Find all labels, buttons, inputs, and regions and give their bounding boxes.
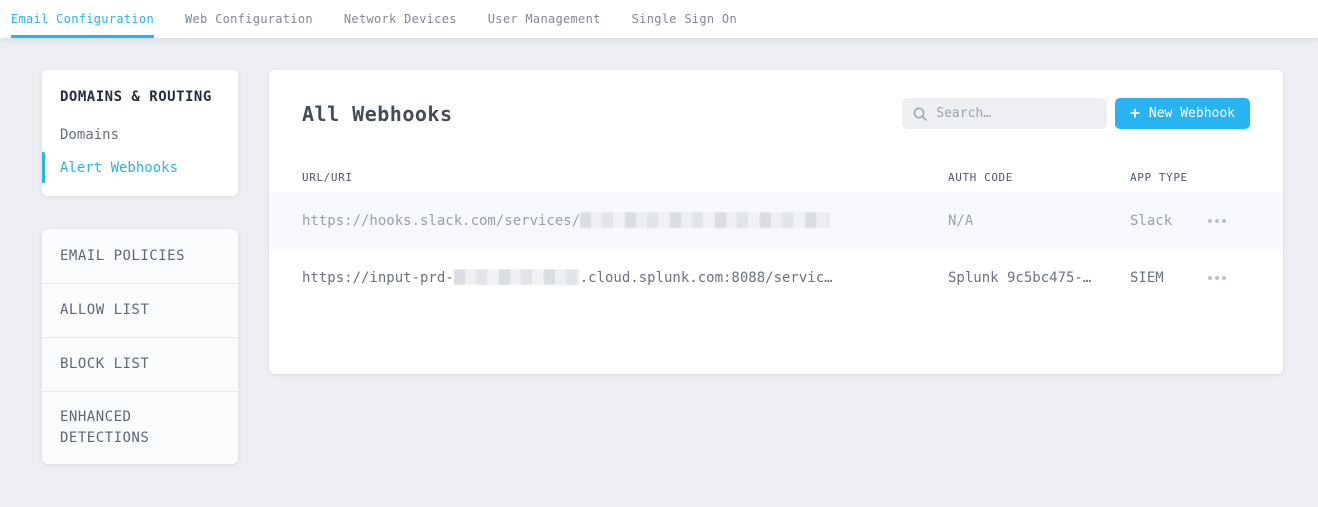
plus-icon: + — [1130, 103, 1140, 122]
active-item-indicator — [42, 152, 45, 183]
table-row: https://input-prd- .cloud.splunk.com:8088… — [269, 249, 1283, 306]
tab-user-management[interactable]: User Management — [488, 0, 601, 38]
search-box — [902, 98, 1108, 129]
webhook-app-type: Slack — [1130, 212, 1173, 229]
page-title: All Webhooks — [302, 101, 453, 126]
page-body: DOMAINS & ROUTING Domains Alert Webhooks… — [0, 38, 1318, 464]
settings-sidebar: DOMAINS & ROUTING Domains Alert Webhooks… — [42, 70, 238, 464]
redacted-url-segment — [453, 269, 580, 285]
sidebar-sections-card: EMAIL POLICIES ALLOW LIST BLOCK LIST ENH… — [42, 229, 238, 464]
webhook-app-type-cell: SIEM — [1130, 270, 1283, 286]
sidebar-item-alert-webhooks[interactable]: Alert Webhooks — [42, 151, 238, 184]
sidebar-item-enhanced-detections[interactable]: ENHANCED DETECTIONS — [42, 391, 238, 464]
tab-single-sign-on[interactable]: Single Sign On — [632, 0, 737, 38]
top-navigation: Email Configuration Web Configuration Ne… — [0, 0, 1318, 38]
webhook-auth-code: Splunk 9c5bc475-… — [948, 269, 1092, 286]
tab-network-devices[interactable]: Network Devices — [344, 0, 457, 38]
webhook-url: https://input-prd- .cloud.splunk.com:8088… — [302, 269, 833, 286]
webhook-app-type: SIEM — [1130, 269, 1164, 286]
row-actions-ellipsis-icon[interactable] — [1206, 270, 1228, 286]
row-actions-ellipsis-icon[interactable] — [1206, 213, 1228, 229]
tab-web-configuration[interactable]: Web Configuration — [185, 0, 313, 38]
table-row: https://hooks.slack.com/services/ N/A Sl… — [269, 192, 1283, 249]
column-header-url: URL/URI — [302, 170, 353, 184]
sidebar-item-label: Alert Webhooks — [60, 159, 179, 176]
webhook-app-type-cell: Slack — [1130, 213, 1283, 229]
new-webhook-button[interactable]: + New Webhook — [1115, 98, 1250, 129]
redacted-url-segment — [580, 212, 830, 228]
sidebar-item-block-list[interactable]: BLOCK LIST — [42, 337, 238, 391]
table-header-row: URL/URI AUTH CODE APP TYPE — [269, 162, 1283, 192]
column-header-app-type: APP TYPE — [1130, 170, 1188, 184]
sidebar-section-title: DOMAINS & ROUTING — [60, 89, 212, 105]
webhooks-panel: All Webhooks + New Webhook URL/URI AUTH … — [269, 70, 1283, 374]
sidebar-item-email-policies[interactable]: EMAIL POLICIES — [42, 229, 238, 283]
webhook-auth-code: N/A — [948, 212, 974, 229]
panel-header: All Webhooks + New Webhook — [269, 70, 1283, 129]
column-header-auth-code: AUTH CODE — [948, 170, 1014, 184]
search-icon — [913, 107, 928, 121]
new-webhook-button-label: New Webhook — [1148, 106, 1235, 121]
sidebar-item-domains[interactable]: Domains — [42, 118, 238, 151]
sidebar-item-allow-list[interactable]: ALLOW LIST — [42, 283, 238, 337]
search-input[interactable] — [936, 106, 1097, 121]
webhook-url: https://hooks.slack.com/services/ — [302, 212, 948, 229]
tab-email-configuration[interactable]: Email Configuration — [11, 0, 154, 38]
domains-routing-card: DOMAINS & ROUTING Domains Alert Webhooks — [42, 70, 238, 196]
